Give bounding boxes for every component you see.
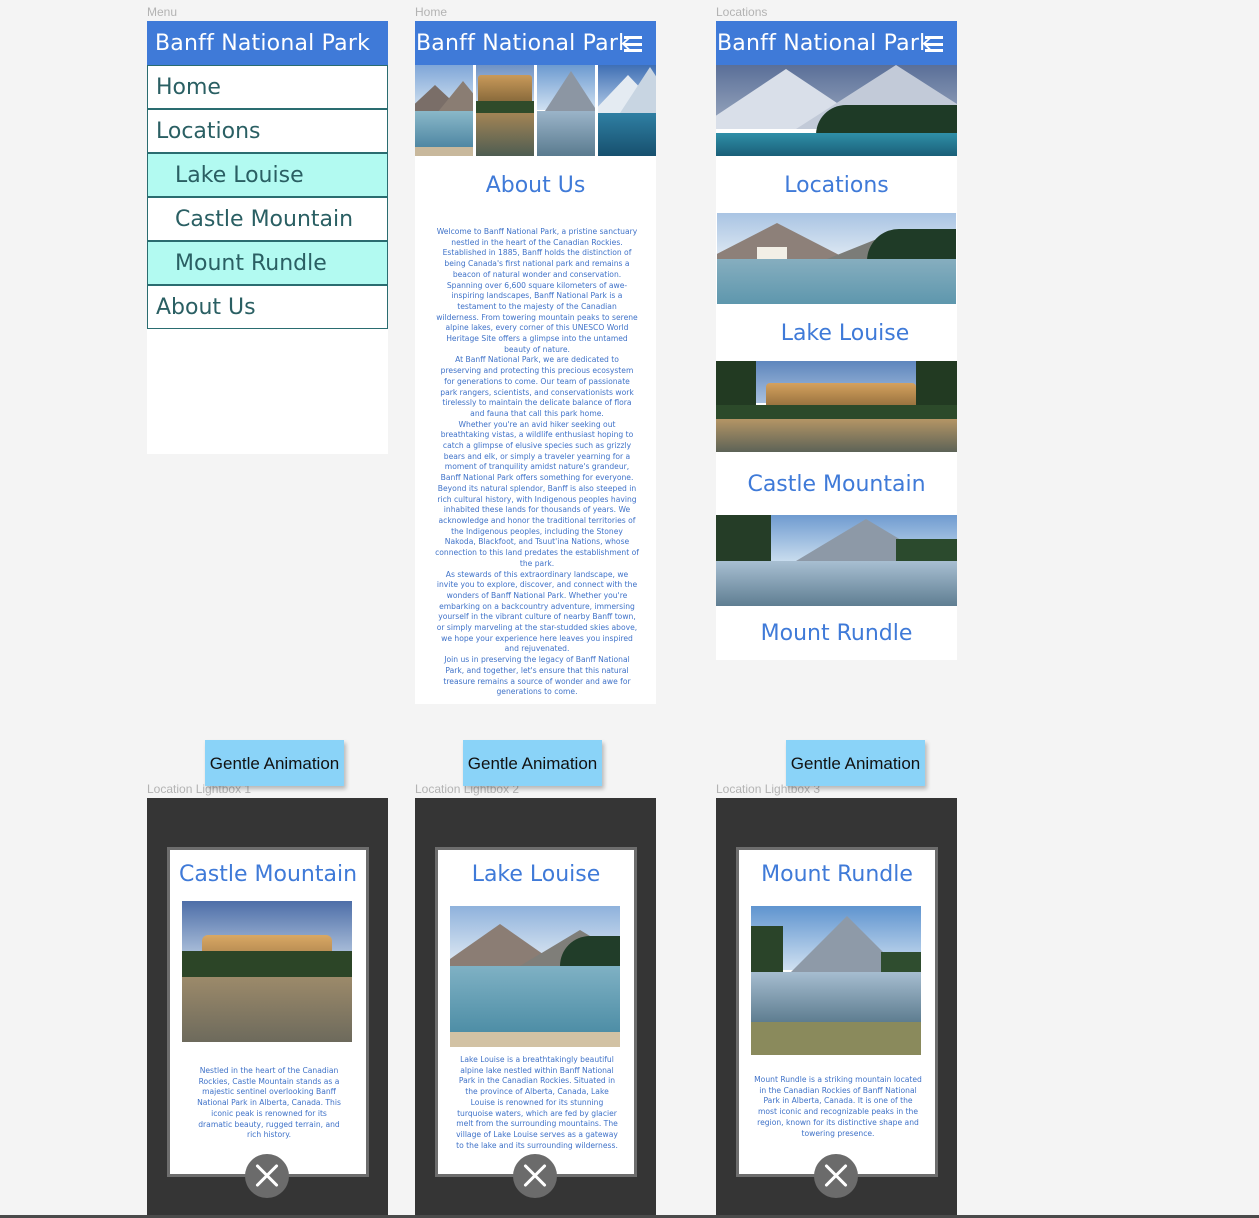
close-icon[interactable] [245,1154,289,1198]
menu-item-label: About Us [156,294,256,320]
lightbox-title: Mount Rundle [761,862,913,887]
menu-item-label: Lake Louise [175,162,304,188]
lightbox-title: Castle Mountain [178,862,358,887]
lightbox-photo-mount-rundle [751,906,921,1055]
menu-item-castle-mountain[interactable]: Castle Mountain [147,197,388,241]
gentle-animation-note-3: Gentle Animation [786,740,925,786]
menu-artboard: Banff National Park Home Locations Lake … [147,21,388,454]
menu-item-label: Locations [156,118,261,144]
about-paragraph: Join us in preserving the legacy of Banf… [443,655,631,697]
close-icon[interactable] [814,1154,858,1198]
locations-hero-photo [716,65,957,156]
about-paragraph: Whether you're an avid hiker seeking out… [435,419,639,568]
menu-item-label: Home [156,74,221,100]
menu-item-label: Mount Rundle [175,250,327,276]
location-photo-castle-mountain[interactable] [716,361,957,452]
lightbox-description: Nestled in the heart of the Canadian Roc… [197,1066,341,1140]
hero-photo-mount-rundle [537,65,595,156]
gentle-animation-note-1: Gentle Animation [205,740,344,786]
about-paragraph: As stewards of this extraordinary landsc… [436,569,638,654]
frame-label-home: Home [415,5,448,19]
menu-app-bar: Banff National Park [147,21,388,65]
lightbox-description: Lake Louise is a breathtakingly beautifu… [456,1055,618,1150]
locations-app-bar: Banff National Park [716,21,957,65]
menu-item-about-us[interactable]: About Us [147,285,388,329]
lightbox-card-rundle: Mount Rundle Mount Rundle is a striking … [736,847,938,1177]
about-paragraph: At Banff National Park, we are dedicated… [440,355,634,418]
about-us-heading: About Us [485,173,586,198]
locations-artboard: Banff National Park Locations Lake Louis… [716,21,957,660]
frame-label-locations: Locations [716,5,768,19]
frame-label-menu: Menu [147,5,178,19]
lightbox-photo-lake-louise [450,906,620,1047]
hero-photo-castle-mountain [476,65,534,156]
lightbox-card-castle: Castle Mountain Nestled in the heart of … [167,847,369,1177]
locations-heading: Locations [784,173,889,198]
menu-item-locations[interactable]: Locations [147,109,388,153]
location-photo-lake-louise[interactable] [717,213,956,304]
lightbox-card-lake: Lake Louise Lake Louise is a breathtakin… [435,847,637,1177]
about-paragraph: Welcome to Banff National Park, a pristi… [436,227,638,354]
hamburger-icon[interactable] [624,36,642,52]
location-name-lake-louise[interactable]: Lake Louise [716,321,957,346]
location-photo-mount-rundle[interactable] [716,515,957,606]
app-title: Banff National Park [717,30,933,56]
hamburger-icon[interactable] [925,36,943,52]
gentle-animation-note-2: Gentle Animation [463,740,602,786]
menu-item-lake-louise[interactable]: Lake Louise [147,153,388,197]
lightbox-backdrop-rundle[interactable]: Mount Rundle Mount Rundle is a striking … [716,798,957,1216]
hero-photo-moraine [598,65,656,156]
app-title: Banff National Park [155,30,371,56]
about-us-body: Welcome to Banff National Park, a pristi… [435,227,639,698]
lightbox-backdrop-castle[interactable]: Castle Mountain Nestled in the heart of … [147,798,388,1216]
hero-photo-lake-louise [415,65,473,156]
menu-item-home[interactable]: Home [147,65,388,109]
menu-item-label: Castle Mountain [175,206,354,232]
lightbox-photo-castle-mountain [182,901,352,1042]
location-name-castle-mountain[interactable]: Castle Mountain [716,472,957,497]
lightbox-title: Lake Louise [471,862,601,887]
location-name-mount-rundle[interactable]: Mount Rundle [716,621,957,646]
close-icon[interactable] [513,1154,557,1198]
menu-item-mount-rundle[interactable]: Mount Rundle [147,241,388,285]
app-title: Banff National Park [416,30,632,56]
home-app-bar: Banff National Park [415,21,656,65]
home-artboard: Banff National Park About Us Welcome to … [415,21,656,704]
lightbox-description: Mount Rundle is a striking mountain loca… [754,1075,922,1138]
lightbox-backdrop-lake[interactable]: Lake Louise Lake Louise is a breathtakin… [415,798,656,1216]
